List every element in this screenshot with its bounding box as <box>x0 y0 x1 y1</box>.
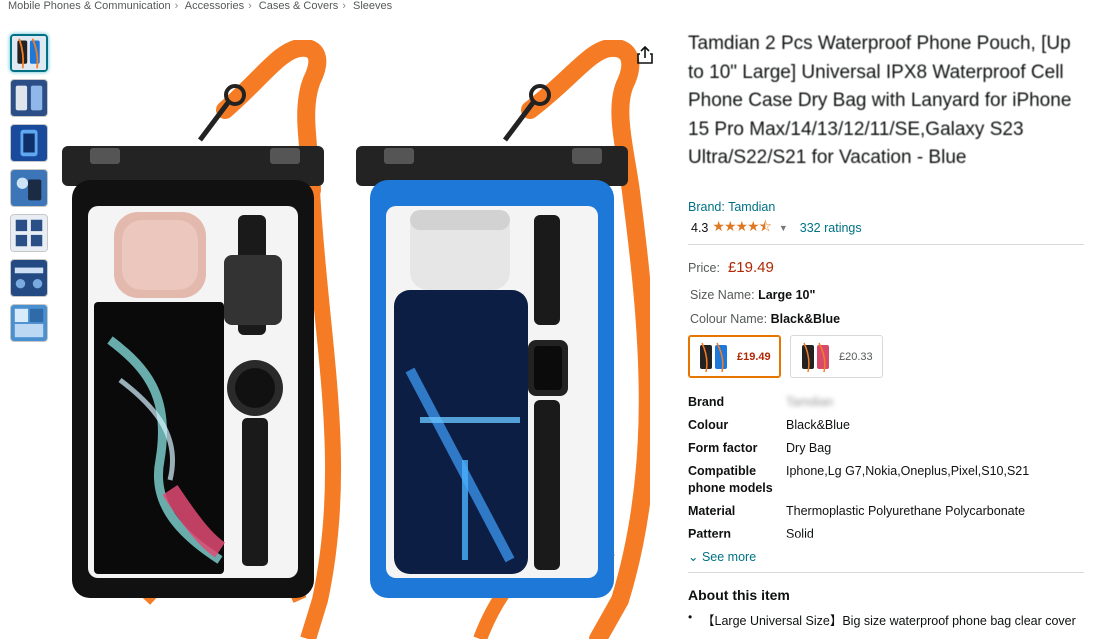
breadcrumb-link[interactable]: Sleeves <box>353 0 392 12</box>
spec-row: Brand Tamdian <box>688 394 1084 411</box>
swatch-option[interactable]: £19.49 <box>688 335 781 378</box>
breadcrumb-separator: › <box>174 0 179 12</box>
thumbnail-6[interactable] <box>10 259 48 297</box>
spec-row: Form factor Dry Bag <box>688 440 1084 457</box>
colour-swatches: £19.49 £20.33 <box>688 335 1084 378</box>
swatch-thumbnail-icon <box>802 342 829 372</box>
about-item: • 【Large Universal Size】Big size waterpr… <box>688 610 1084 629</box>
divider <box>688 572 1084 573</box>
price-value: £19.49 <box>727 259 774 276</box>
breadcrumb-link[interactable]: Cases & Covers <box>259 0 338 12</box>
spec-key: Brand <box>688 395 725 409</box>
spec-key: Form factor <box>688 441 758 455</box>
size-row: Size Name: Large 10" <box>688 288 1084 302</box>
ratings-count-link[interactable]: 332 ratings <box>800 221 862 235</box>
about-item-text: 【Large Universal Size】Big size waterproo… <box>702 614 1076 628</box>
breadcrumb-link[interactable]: Mobile Phones & Communication <box>8 0 171 12</box>
swatch-price: £20.33 <box>839 350 873 363</box>
spec-table: Brand Tamdian Colour Black&Blue Form fac… <box>688 394 1084 543</box>
spec-value: Iphone,Lg G7,Nokia,Oneplus,Pixel,S10,S21 <box>786 464 1030 478</box>
rating-value: 4.3 <box>691 221 709 235</box>
breadcrumb-separator: › <box>342 0 346 12</box>
bullet: • <box>688 610 693 624</box>
spec-value: Black&Blue <box>786 418 850 432</box>
breadcrumb-separator: › <box>248 0 252 12</box>
star-icon[interactable]: ★★★★⯪ <box>712 216 771 240</box>
colour-value: Black&Blue <box>770 312 841 326</box>
spec-row: Material Thermoplastic Polyurethane Poly… <box>688 503 1084 520</box>
chevron-down-icon: ⌄ <box>688 550 699 564</box>
spec-key: Compatible phone models <box>688 464 773 495</box>
main-product-image[interactable] <box>50 38 657 639</box>
price-row: Price: £19.49 <box>688 259 1084 276</box>
chevron-down-icon[interactable]: ▼ <box>779 223 788 233</box>
swatch-price: £19.49 <box>737 350 771 363</box>
share-icon[interactable] <box>634 44 656 66</box>
thumbnail-4[interactable] <box>10 169 48 207</box>
spec-row: Colour Black&Blue <box>688 417 1084 434</box>
colour-label: Colour Name: <box>690 312 768 326</box>
spec-value: Dry Bag <box>786 441 832 455</box>
colour-row: Colour Name: Black&Blue <box>688 312 1084 326</box>
thumbnail-7[interactable] <box>10 304 48 342</box>
about-title: About this item <box>688 587 790 603</box>
spec-value: Tamdian <box>786 395 834 409</box>
size-label: Size Name: <box>690 288 755 302</box>
spec-row: Compatible phone models Iphone,Lg G7,Nok… <box>688 463 1084 497</box>
spec-key: Material <box>688 504 736 518</box>
breadcrumb-link[interactable]: Accessories <box>185 0 244 12</box>
thumbnail-5[interactable] <box>10 214 48 252</box>
thumbnail-3[interactable] <box>10 124 48 162</box>
thumbnail-list <box>10 34 48 349</box>
size-value: Large 10" <box>758 288 816 302</box>
see-more-link[interactable]: ⌄ See more <box>688 537 1084 565</box>
thumbnail-1[interactable] <box>10 34 48 72</box>
rating-row: 4.3 ★★★★⯪ ▼ 332 ratings <box>688 218 1084 238</box>
spec-key: Colour <box>688 418 729 432</box>
product-details: Tamdian 2 Pcs Waterproof Phone Pouch, [U… <box>688 30 1084 629</box>
see-more-label: See more <box>701 550 757 564</box>
thumbnail-2[interactable] <box>10 79 48 117</box>
divider <box>688 244 1084 245</box>
swatch-option[interactable]: £20.33 <box>790 335 883 378</box>
spec-value: Thermoplastic Polyurethane Polycarbonate <box>786 504 1026 518</box>
breadcrumb: Mobile Phones & Communication › Accessori… <box>8 0 392 12</box>
product-title: Tamdian 2 Pcs Waterproof Phone Pouch, [U… <box>688 33 1072 168</box>
price-label: Price: <box>688 261 720 275</box>
swatch-thumbnail-icon <box>700 342 727 372</box>
